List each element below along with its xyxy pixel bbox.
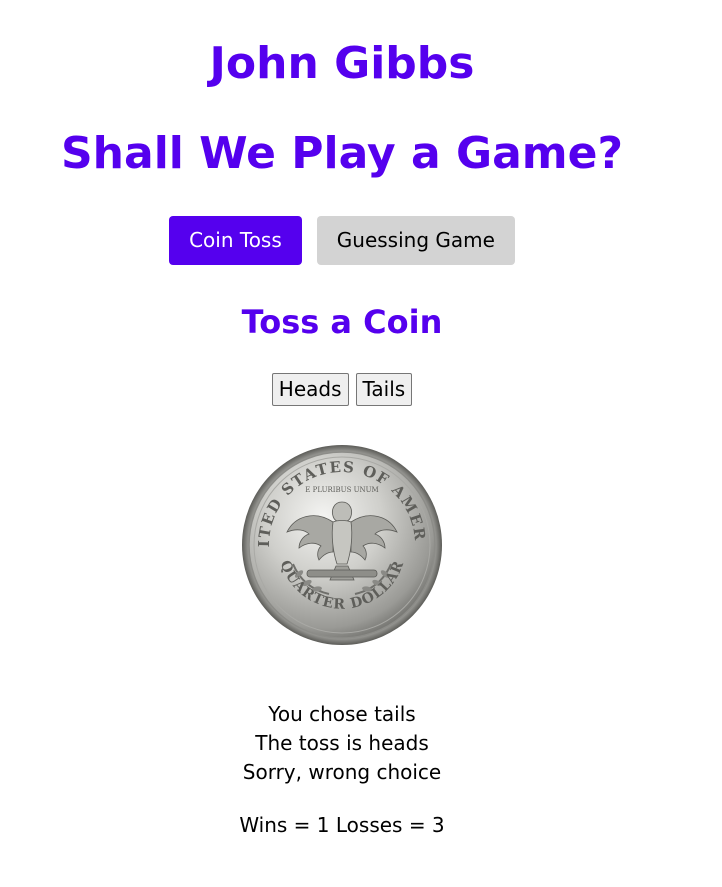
tab-coin-toss[interactable]: Coin Toss — [169, 216, 302, 265]
game-tabs: Coin Toss Guessing Game — [0, 216, 684, 265]
quarter-coin-image: UNITED STATES OF AMERICA E PLURIBUS UNUM… — [241, 444, 442, 645]
result-verdict: Sorry, wrong choice — [242, 760, 442, 784]
result-choice: You chose tails — [268, 702, 416, 726]
section-title: Toss a Coin — [241, 303, 443, 341]
choice-buttons: Heads Tails — [0, 373, 684, 406]
author-name: John Gibbs — [209, 38, 475, 89]
toss-result: You chose tails The toss is heads Sorry,… — [0, 700, 684, 787]
coin-motto-text: E PLURIBUS UNUM — [305, 486, 378, 494]
page-title: Shall We Play a Game? — [60, 128, 623, 179]
score-line: Wins = 1 Losses = 3 — [239, 813, 445, 837]
result-toss: The toss is heads — [255, 731, 429, 755]
tails-button[interactable]: Tails — [355, 373, 413, 406]
tab-guessing-game[interactable]: Guessing Game — [316, 216, 515, 265]
coin-container: UNITED STATES OF AMERICA E PLURIBUS UNUM… — [0, 444, 684, 646]
heads-button[interactable]: Heads — [271, 373, 349, 406]
